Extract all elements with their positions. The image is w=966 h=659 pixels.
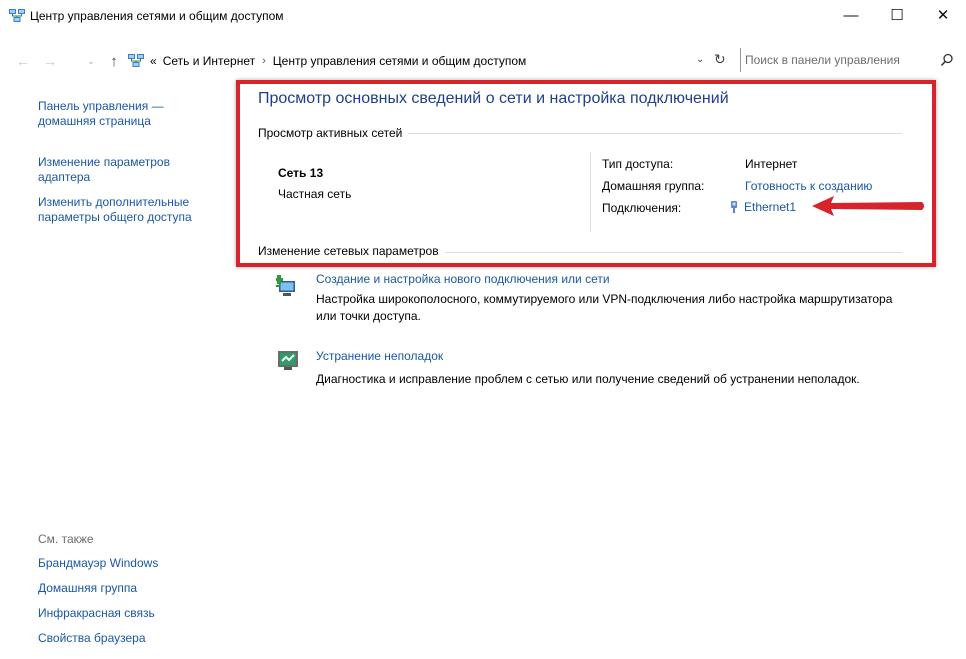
breadcrumb-item-network-center[interactable]: Центр управления сетями и общим доступом	[273, 54, 527, 68]
maximize-button[interactable]: ☐	[874, 0, 920, 30]
change-settings-heading: Изменение сетевых параметров	[258, 244, 445, 258]
homegroup-label: Домашняя группа:	[602, 179, 705, 193]
see-also-link-browser-properties[interactable]: Свойства браузера	[38, 631, 146, 645]
access-type-label: Тип доступа:	[602, 157, 674, 171]
active-networks-heading: Просмотр активных сетей	[258, 126, 409, 140]
recent-locations-chevron-icon[interactable]: ⌄	[84, 51, 98, 71]
network-center-icon	[9, 9, 25, 22]
refresh-icon[interactable]: ↻	[714, 51, 726, 68]
see-also-heading: См. также	[38, 532, 94, 546]
network-type: Частная сеть	[278, 187, 352, 201]
task-link-troubleshoot[interactable]: Устранение неполадок	[316, 349, 443, 363]
vertical-divider	[590, 152, 591, 232]
window-title: Центр управления сетями и общим доступом	[30, 9, 284, 23]
troubleshoot-icon	[278, 351, 298, 370]
connection-ethernet[interactable]: Ethernet1	[730, 200, 796, 214]
address-dropdown-chevron-icon[interactable]: ⌄	[696, 54, 704, 65]
connections-label: Подключения:	[602, 201, 682, 215]
access-type-value: Интернет	[745, 157, 798, 171]
sidebar-link-control-panel-home[interactable]: Панель управления — домашняя страница	[38, 99, 208, 129]
see-also-link-homegroup[interactable]: Домашняя группа	[38, 581, 137, 595]
search-input[interactable]	[745, 53, 925, 67]
see-also-link-infrared[interactable]: Инфракрасная связь	[38, 606, 155, 620]
breadcrumb[interactable]: « Сеть и Интернет › Центр управления сет…	[128, 49, 728, 73]
close-button[interactable]: ✕	[920, 0, 966, 30]
breadcrumb-item-network-internet[interactable]: Сеть и Интернет	[163, 54, 255, 68]
address-bar: ← → ⌄ ↑ « Сеть и Интернет › Центр управл…	[0, 47, 966, 75]
red-arrow-icon	[812, 196, 924, 216]
task-description-new-connection: Настройка широкополосного, коммутируемог…	[316, 292, 893, 323]
forward-arrow-icon[interactable]: →	[40, 51, 60, 71]
network-center-icon	[128, 54, 144, 67]
back-arrow-icon[interactable]: ←	[13, 51, 33, 71]
network-name: Сеть 13	[278, 166, 324, 180]
minimize-button[interactable]: —	[828, 0, 874, 30]
task-description-troubleshoot: Диагностика и исправление проблем с сеть…	[316, 372, 860, 386]
page-title: Просмотр основных сведений о сети и наст…	[258, 90, 729, 107]
title-bar: Центр управления сетями и общим доступом…	[0, 0, 966, 32]
search-icon[interactable]	[940, 53, 954, 67]
new-connection-icon	[276, 275, 295, 296]
breadcrumb-separator[interactable]: ›	[262, 55, 266, 67]
sidebar-link-change-adapter-settings[interactable]: Изменение параметров адаптера	[38, 155, 208, 185]
homegroup-link[interactable]: Готовность к созданию	[745, 179, 872, 193]
ethernet-connection-link[interactable]: Ethernet1	[744, 200, 796, 214]
ethernet-icon	[731, 201, 737, 213]
highlight-frame	[236, 80, 936, 267]
task-link-new-connection[interactable]: Создание и настройка нового подключения …	[316, 272, 610, 286]
search-box[interactable]	[740, 48, 960, 72]
breadcrumb-overflow[interactable]: «	[150, 54, 157, 68]
sidebar-link-advanced-sharing-settings[interactable]: Изменить дополнительные параметры общего…	[38, 195, 238, 225]
up-arrow-icon[interactable]: ↑	[104, 51, 124, 71]
see-also-link-firewall[interactable]: Брандмауэр Windows	[38, 556, 158, 570]
